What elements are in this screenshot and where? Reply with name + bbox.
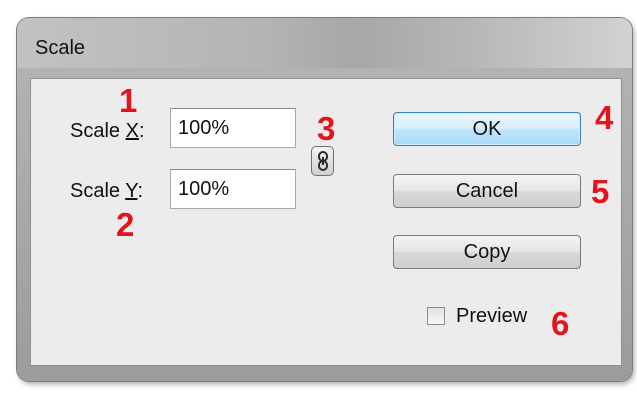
- scale-y-accelerator: Y: [125, 180, 138, 202]
- ok-button[interactable]: OK: [393, 112, 581, 146]
- scale-x-label: Scale X:: [70, 121, 145, 141]
- cancel-button[interactable]: Cancel: [393, 174, 581, 208]
- scale-x-input[interactable]: [170, 108, 296, 148]
- scale-y-label-text: Scale: [70, 180, 126, 202]
- title-bar[interactable]: [17, 18, 632, 68]
- callout-5: 5: [591, 173, 610, 210]
- callout-3: 3: [317, 110, 336, 147]
- scale-y-colon: :: [137, 180, 144, 202]
- scale-y-input[interactable]: [170, 169, 296, 209]
- scale-x-accelerator: X: [125, 120, 139, 142]
- scale-x-label-text: Scale: [70, 120, 126, 142]
- callout-6: 6: [551, 305, 570, 342]
- dialog-title: Scale: [35, 37, 86, 59]
- callout-2: 2: [116, 206, 135, 243]
- callout-4: 4: [595, 99, 614, 136]
- scale-y-label: Scale Y:: [70, 181, 143, 201]
- preview-label[interactable]: Preview: [456, 306, 527, 326]
- chain-link-icon: [317, 151, 328, 171]
- preview-checkbox[interactable]: [427, 307, 445, 325]
- scale-x-colon: :: [138, 120, 145, 142]
- callout-1: 1: [119, 82, 138, 119]
- copy-button[interactable]: Copy: [393, 235, 581, 269]
- constrain-proportions-button[interactable]: [311, 146, 334, 176]
